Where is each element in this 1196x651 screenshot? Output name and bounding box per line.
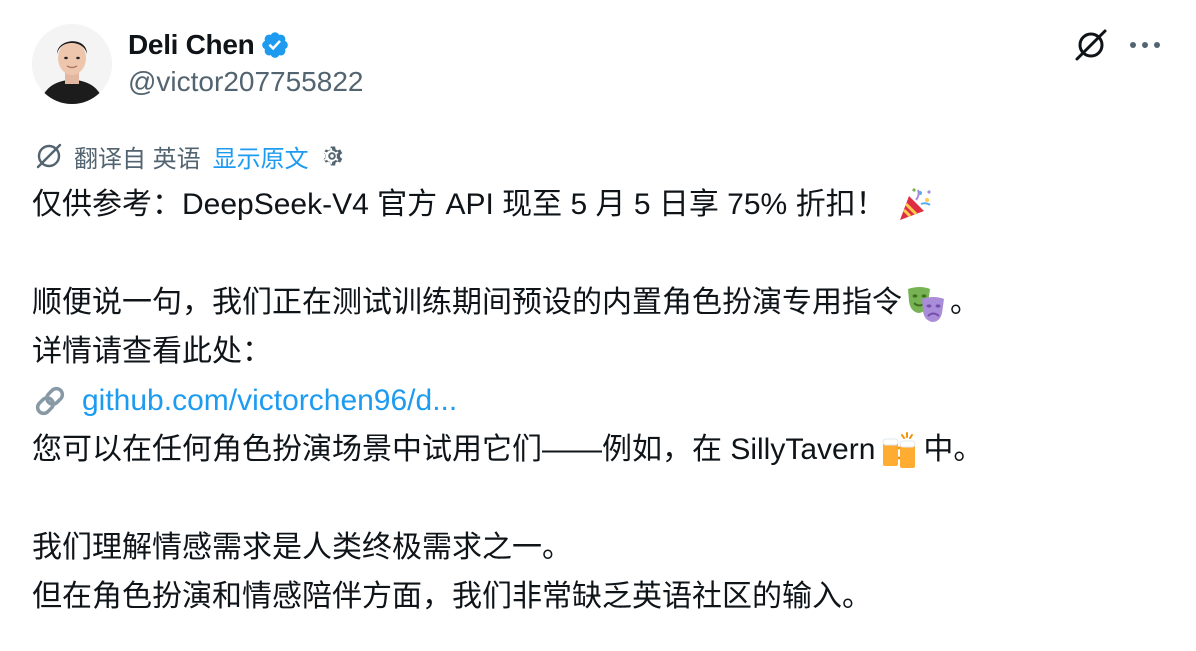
translate-icon <box>34 141 64 171</box>
github-link[interactable]: github.com/victorchen96/d... <box>82 376 457 425</box>
tweet-line-9: 但在角色扮演和情感陪伴方面，我们非常缺乏英语社区的输入。 <box>32 580 872 613</box>
more-icon <box>1130 42 1160 48</box>
translated-from-label: 翻译自 英语 <box>74 145 201 173</box>
tweet-line-3: 顺便说一句，我们正在测试训练期间预设的内置角色扮演专用指令 <box>32 286 902 319</box>
grok-button[interactable] <box>1068 22 1114 68</box>
author-name[interactable]: Deli Chen <box>128 29 255 61</box>
tweet-line-1: 仅供参考：DeepSeek-V4 官方 API 现至 5 月 5 日享 75% … <box>32 188 886 221</box>
tweet-link-line: github.com/victorchen96/d... <box>32 376 1172 425</box>
tweet-line-4: 详情请查看此处： <box>32 335 272 368</box>
tweet-line-6-end: 中。 <box>923 433 984 466</box>
tweet-line: 我们理解情感需求是人类终极需求之一。 <box>32 523 1172 572</box>
translation-settings-icon[interactable] <box>319 143 345 169</box>
party-popper-emoji <box>896 186 934 224</box>
link-icon <box>32 383 68 419</box>
tweet-text: 仅供参考：DeepSeek-V4 官方 API 现至 5 月 5 日享 75% … <box>32 180 1172 621</box>
tweet-line: 您可以在任何角色扮演场景中试用它们——例如，在 SillyTavern 中。 <box>32 425 1172 474</box>
author-handle[interactable]: @victor207755822 <box>128 66 363 98</box>
avatar[interactable] <box>32 24 112 104</box>
show-original-link[interactable]: 显示原文 <box>213 139 309 174</box>
author-name-row: Deli Chen <box>128 26 290 64</box>
tweet-header: Deli Chen @victor207755822 <box>0 0 1196 130</box>
grok-icon <box>1075 29 1107 61</box>
verified-badge-icon <box>260 30 290 60</box>
translation-bar: 翻译自 英语 显示原文 <box>34 139 345 174</box>
clinking-beer-mugs-emoji <box>879 430 919 470</box>
performing-arts-emoji <box>906 283 946 323</box>
tweet-line: 但在角色扮演和情感陪伴方面，我们非常缺乏英语社区的输入。 <box>32 572 1172 621</box>
more-options-button[interactable] <box>1122 22 1168 68</box>
tweet-line-6: 您可以在任何角色扮演场景中试用它们——例如，在 SillyTavern <box>32 433 876 466</box>
tweet-line-3-end: 。 <box>950 286 980 319</box>
tweet-line: 顺便说一句，我们正在测试训练期间预设的内置角色扮演专用指令 。 <box>32 278 1172 327</box>
tweet-line: 仅供参考：DeepSeek-V4 官方 API 现至 5 月 5 日享 75% … <box>32 180 1172 229</box>
tweet-line: 详情请查看此处： <box>32 327 1172 376</box>
tweet-line-8: 我们理解情感需求是人类终极需求之一。 <box>32 531 572 564</box>
